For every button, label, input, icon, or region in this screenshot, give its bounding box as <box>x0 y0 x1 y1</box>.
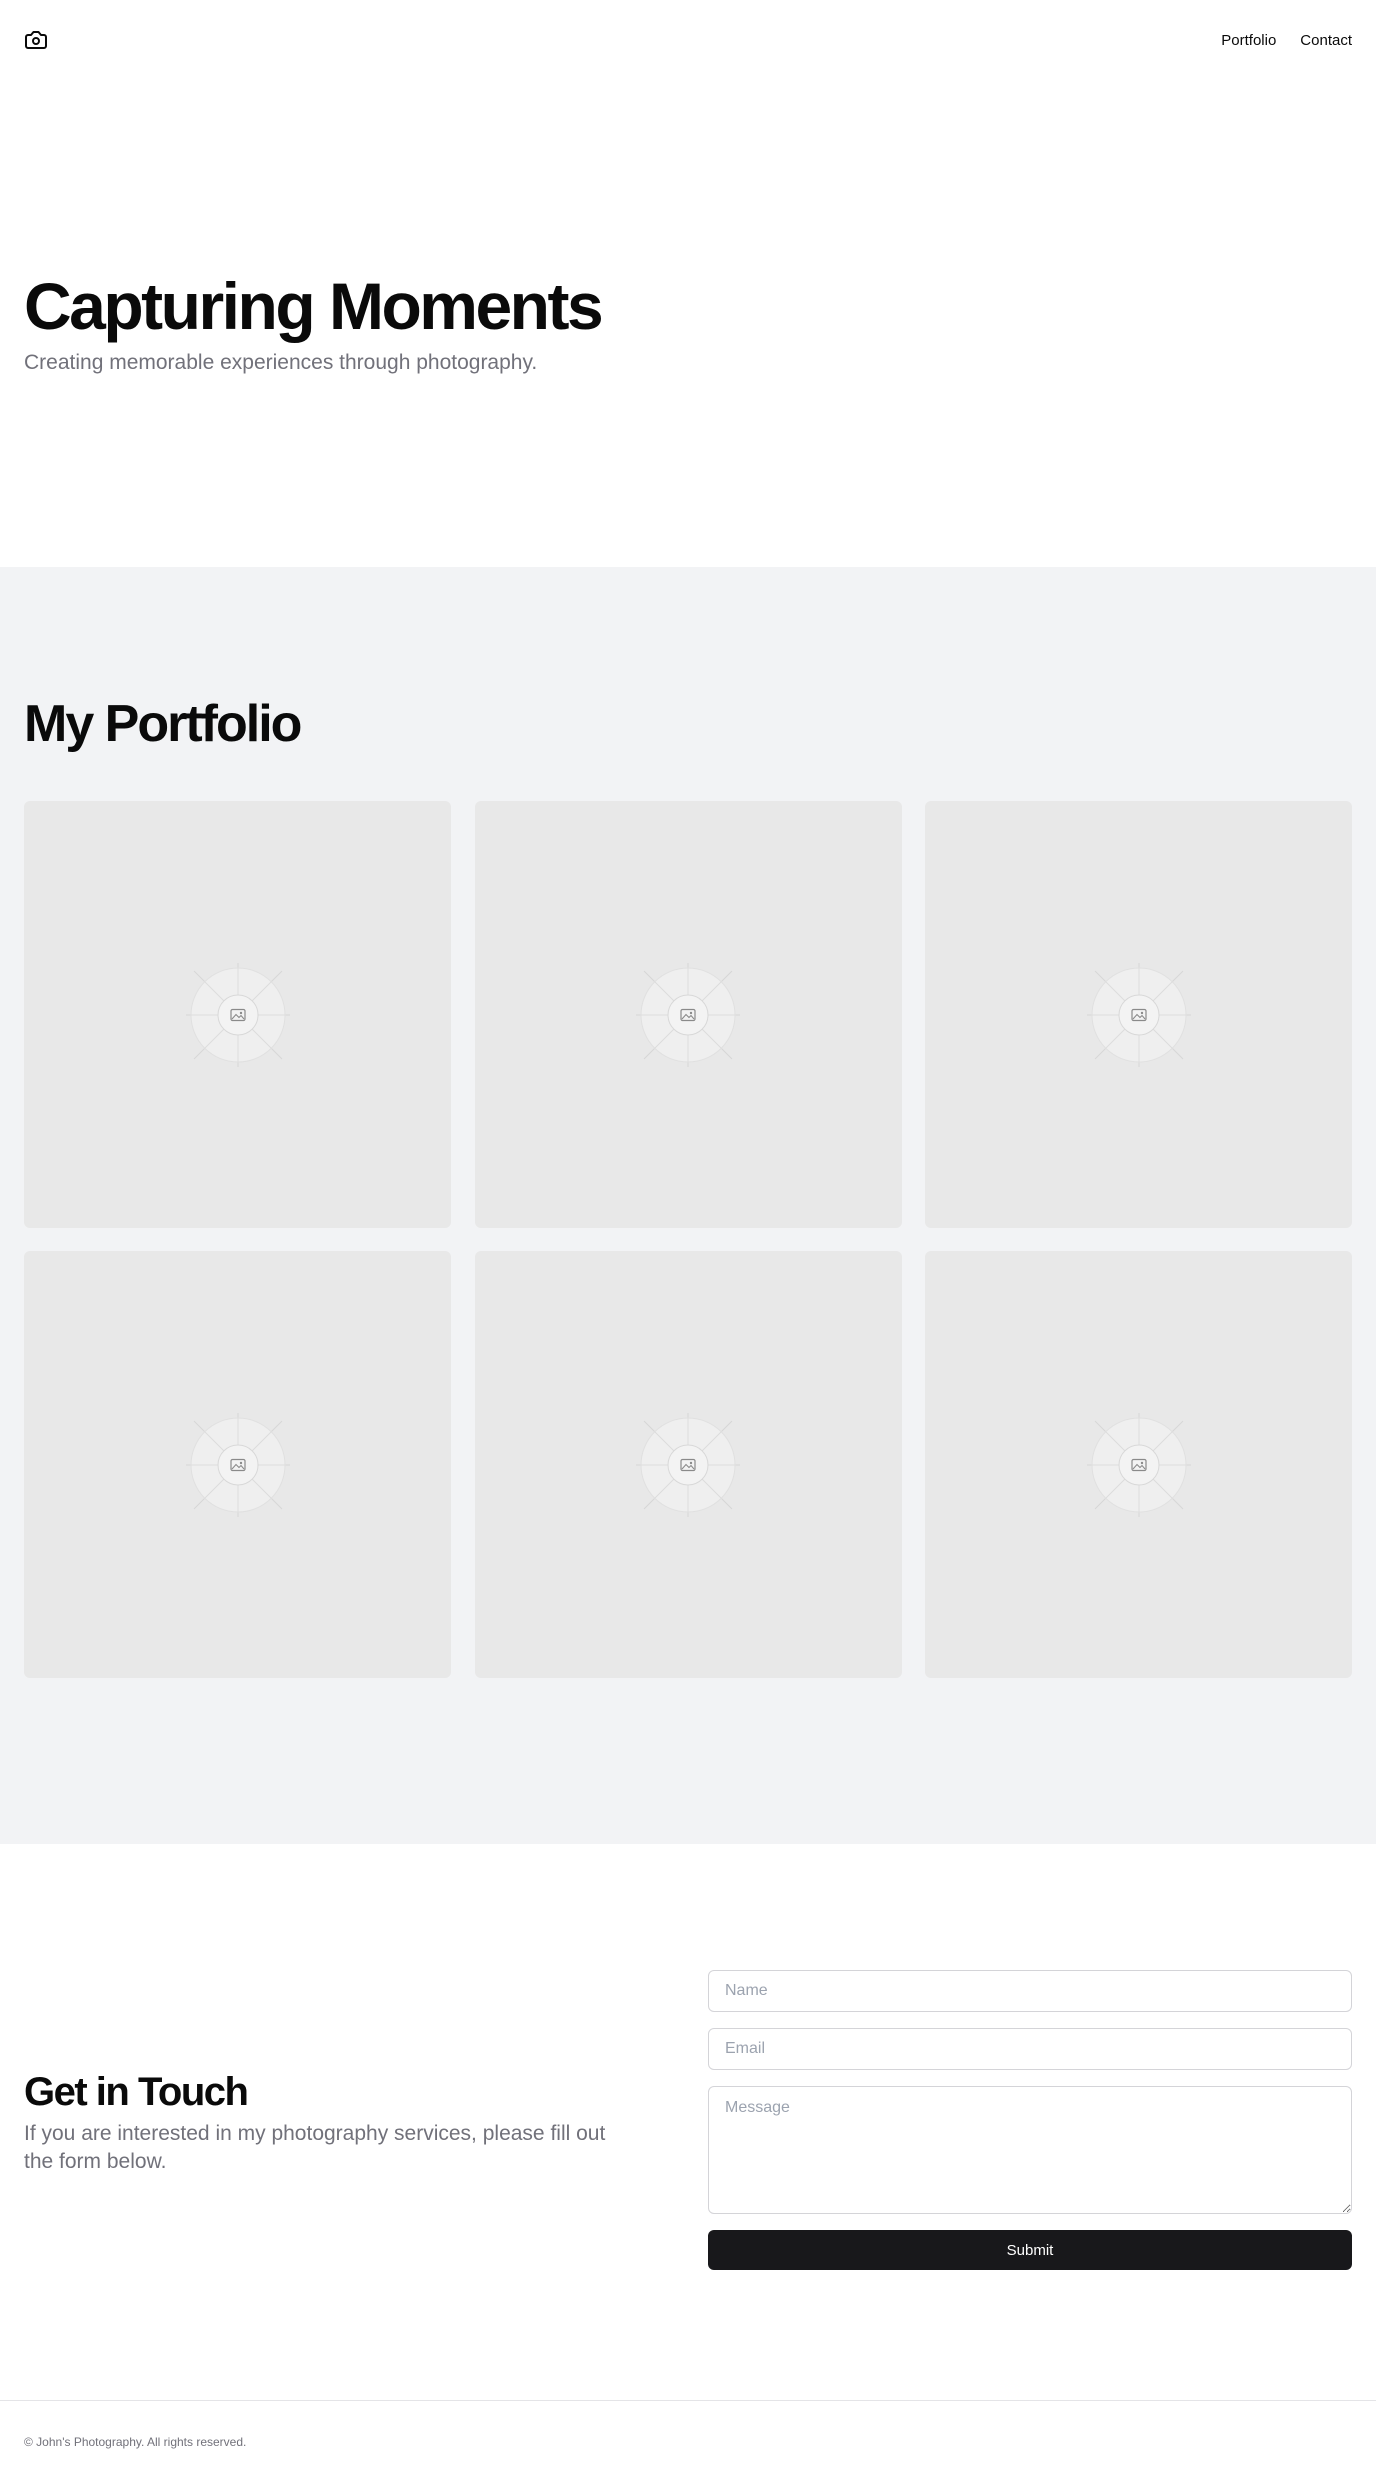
submit-button[interactable]: Submit <box>708 2230 1352 2270</box>
contact-form: Submit <box>708 1844 1352 2400</box>
image-placeholder-icon <box>185 1412 290 1517</box>
site-footer: © John's Photography. All rights reserve… <box>0 2400 1376 2481</box>
hero-title: Capturing Moments <box>24 269 604 343</box>
copyright-text: © John's Photography. All rights reserve… <box>24 2435 247 2449</box>
portfolio-grid <box>24 801 1352 1678</box>
nav-link-contact[interactable]: Contact <box>1300 32 1352 49</box>
portfolio-item[interactable] <box>925 1251 1352 1678</box>
hero-section: Capturing Moments Creating memorable exp… <box>0 80 1376 567</box>
portfolio-item[interactable] <box>24 801 451 1228</box>
contact-intro: Get in Touch If you are interested in my… <box>24 1844 648 2400</box>
main-nav: Portfolio Contact <box>1221 32 1352 49</box>
camera-icon <box>25 31 47 49</box>
contact-description: If you are interested in my photography … <box>24 2122 606 2173</box>
image-placeholder-icon <box>636 962 740 1067</box>
portfolio-title: My Portfolio <box>24 695 302 753</box>
hero-subtitle: Creating memorable experiences through p… <box>24 351 538 374</box>
image-placeholder-icon <box>636 1412 740 1517</box>
site-header: Portfolio Contact <box>0 0 1376 80</box>
image-placeholder-icon <box>1086 962 1191 1067</box>
message-textarea[interactable] <box>708 2086 1352 2214</box>
image-placeholder-icon <box>185 962 290 1067</box>
portfolio-item[interactable] <box>925 801 1352 1228</box>
portfolio-item[interactable] <box>474 801 902 1228</box>
portfolio-item[interactable] <box>474 1251 902 1678</box>
email-input[interactable] <box>708 2028 1352 2070</box>
name-input[interactable] <box>708 1970 1352 2012</box>
nav-link-portfolio[interactable]: Portfolio <box>1221 32 1276 49</box>
contact-section: Get in Touch If you are interested in my… <box>0 1844 1376 2400</box>
portfolio-item[interactable] <box>24 1251 451 1678</box>
contact-title: Get in Touch <box>24 2070 249 2114</box>
image-placeholder-icon <box>1086 1412 1191 1517</box>
logo-link[interactable] <box>24 28 48 52</box>
portfolio-section: My Portfolio <box>0 567 1376 1844</box>
